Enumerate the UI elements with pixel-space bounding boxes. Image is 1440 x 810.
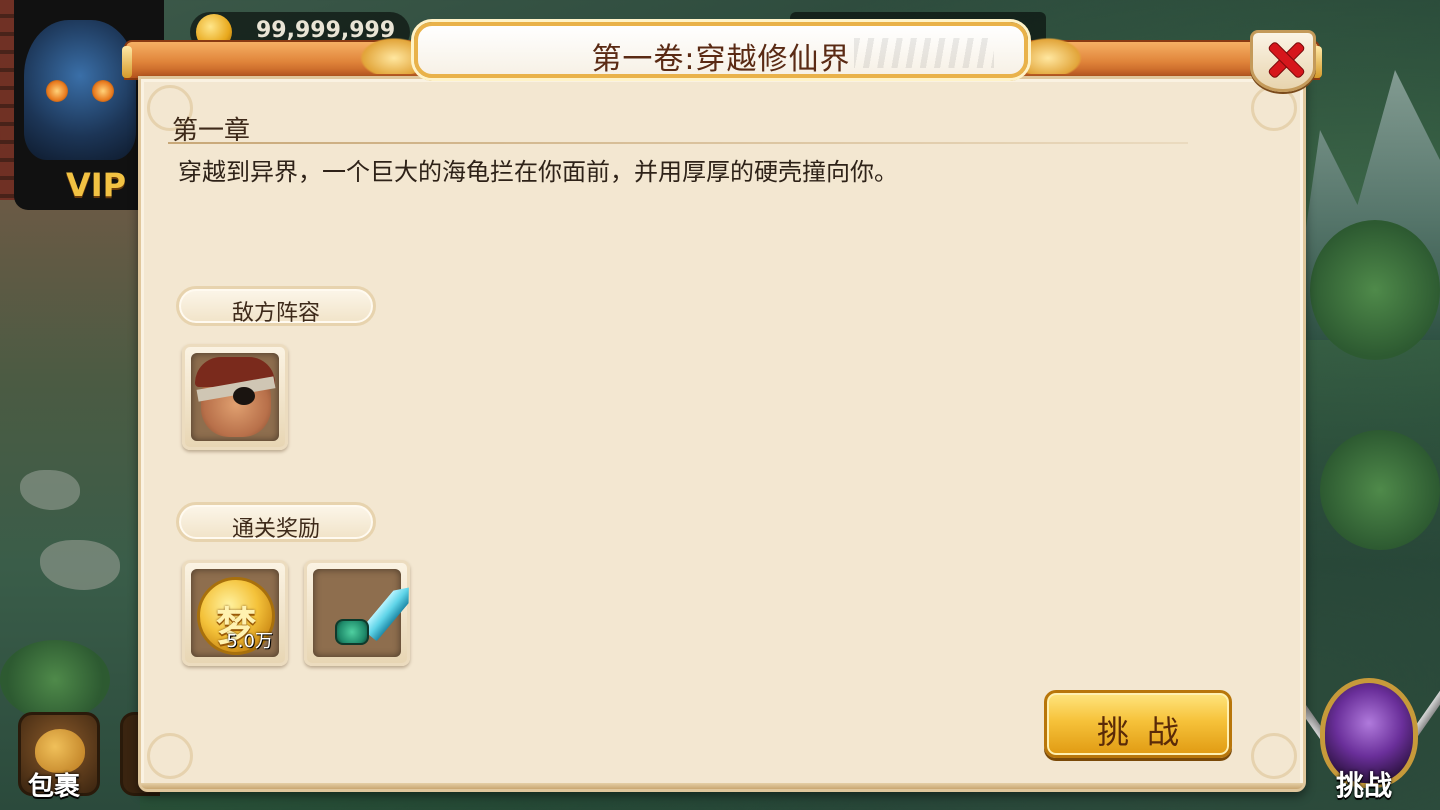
- sword-guard: [335, 619, 369, 645]
- header-end-cap: [122, 46, 132, 78]
- chapter-divider: [168, 142, 1188, 144]
- sword-blade: [361, 581, 416, 641]
- vip-label[interactable]: VIP: [66, 166, 126, 204]
- enemy-slot[interactable]: [182, 344, 288, 450]
- reward-slot-sword[interactable]: [304, 560, 410, 666]
- background-tree: [0, 640, 110, 720]
- dialog-title: 第一卷:穿越修仙界: [591, 42, 851, 77]
- close-button[interactable]: [1250, 30, 1316, 92]
- eye-patch-icon: [233, 387, 255, 405]
- corner-ornament: [1251, 733, 1297, 779]
- reward-amount: 5.0万: [226, 631, 273, 652]
- reward-slot-inner: 梦 5.0万: [191, 569, 279, 657]
- avatar-eye-icon: [46, 80, 68, 102]
- title-plaque: 第一卷:穿越修仙界: [414, 22, 1028, 78]
- player-avatar[interactable]: [24, 20, 136, 160]
- chapter-description: 穿越到异界，一个巨大的海龟拦在你面前，并用厚厚的硬壳撞向你。: [178, 158, 898, 186]
- challenge-button-label: 挑战: [1096, 713, 1197, 751]
- reward-slot-inner: [313, 569, 401, 657]
- corner-ornament: [147, 733, 193, 779]
- pirate-enemy-icon: [191, 353, 279, 441]
- challenge-shortcut-label: 挑战: [1336, 769, 1393, 802]
- jade-sword-icon: [327, 579, 397, 649]
- enemy-section-label: 敌方阵容: [231, 301, 320, 326]
- reward-slot-coin[interactable]: 梦 5.0万: [182, 560, 288, 666]
- bag-button-label: 包裹: [28, 772, 81, 802]
- avatar-eye-icon: [92, 80, 114, 102]
- background-tree: [1320, 430, 1440, 550]
- enemy-section-tag: 敌方阵容: [176, 286, 376, 326]
- corner-ornament: [1251, 85, 1297, 131]
- challenge-button[interactable]: 挑战: [1044, 690, 1232, 758]
- reward-section-label: 通关奖励: [231, 517, 320, 542]
- reward-section-tag: 通关奖励: [176, 502, 376, 542]
- close-icon: [1267, 41, 1305, 79]
- background-tree: [1310, 220, 1440, 360]
